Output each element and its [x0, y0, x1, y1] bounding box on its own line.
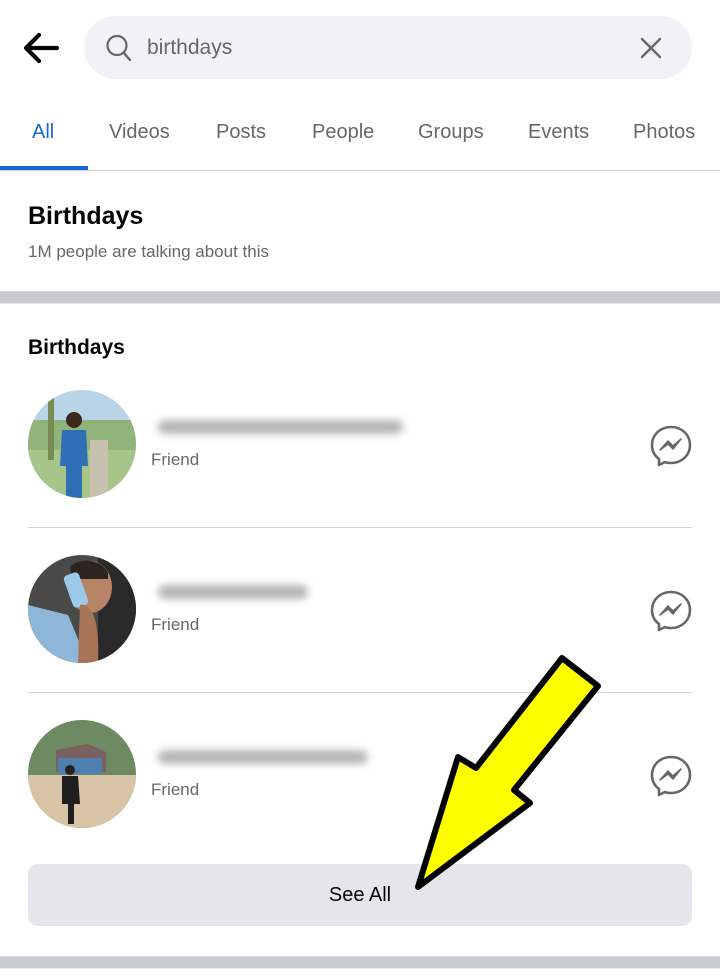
active-tab-indicator	[0, 166, 88, 170]
list-item[interactable]: Friend	[0, 545, 720, 675]
tab-photos[interactable]: Photos	[633, 118, 695, 146]
tab-people[interactable]: People	[312, 118, 374, 146]
list-divider	[28, 527, 692, 528]
tab-events[interactable]: Events	[528, 118, 589, 146]
tab-groups[interactable]: Groups	[418, 118, 484, 146]
section-separator	[0, 291, 720, 304]
search-input[interactable]: birthdays	[84, 16, 692, 79]
list-divider	[28, 692, 692, 693]
person-name-redacted[interactable]	[148, 410, 423, 444]
topic-subtitle: 1M people are talking about this	[28, 242, 269, 261]
profile-photo	[28, 390, 136, 498]
relation-label: Friend	[151, 780, 200, 799]
person-name-redacted[interactable]	[148, 575, 328, 609]
list-item[interactable]: Friend	[0, 710, 720, 840]
relation-label: Friend	[151, 450, 200, 469]
avatar[interactable]	[28, 555, 136, 663]
section-separator	[0, 956, 720, 969]
close-icon[interactable]	[636, 33, 666, 63]
tab-videos[interactable]: Videos	[109, 118, 170, 146]
tab-all[interactable]: All	[32, 118, 54, 146]
tab-posts[interactable]: Posts	[216, 118, 266, 146]
messenger-icon[interactable]	[648, 588, 694, 634]
profile-photo	[28, 720, 136, 828]
search-icon	[106, 34, 132, 62]
search-filter-tabs: All Videos Posts People Groups Events Ph…	[0, 100, 720, 171]
search-query[interactable]: birthdays	[147, 34, 232, 61]
profile-photo	[28, 555, 136, 663]
search-header: birthdays	[0, 0, 720, 96]
list-item[interactable]: Friend	[0, 380, 720, 510]
messenger-icon[interactable]	[648, 753, 694, 799]
avatar[interactable]	[28, 720, 136, 828]
messenger-icon[interactable]	[648, 423, 694, 469]
back-button[interactable]	[18, 26, 64, 70]
relation-label: Friend	[151, 615, 200, 634]
topic-title[interactable]: Birthdays	[28, 200, 143, 232]
person-name-redacted[interactable]	[148, 740, 388, 774]
avatar[interactable]	[28, 390, 136, 498]
section-title: Birthdays	[28, 336, 125, 359]
arrow-left-icon	[23, 32, 60, 64]
see-all-button[interactable]: See All	[28, 864, 692, 926]
